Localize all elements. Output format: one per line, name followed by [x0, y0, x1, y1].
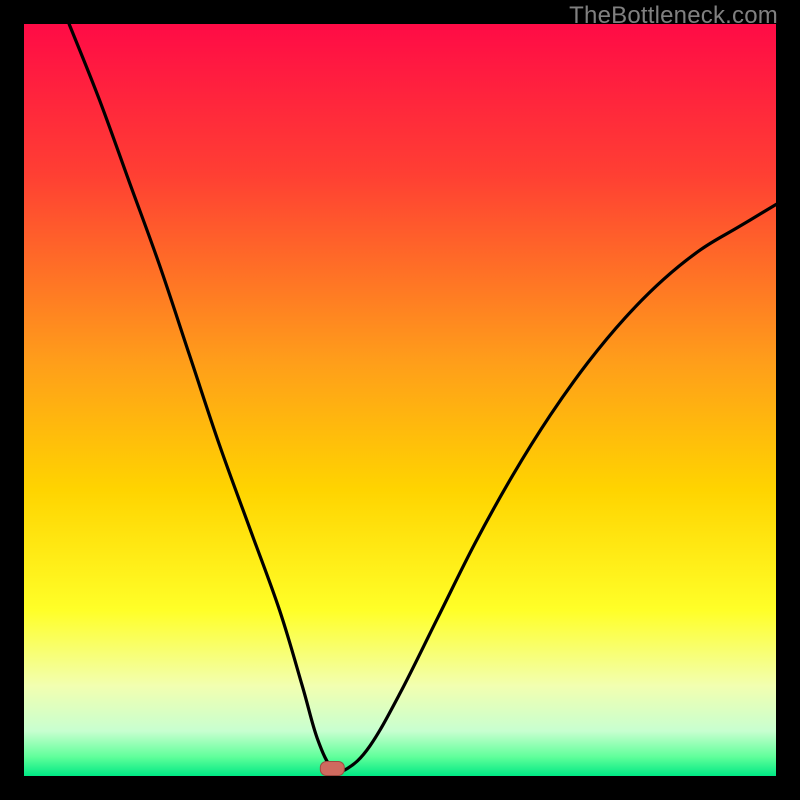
watermark-text: TheBottleneck.com: [569, 2, 778, 30]
optimum-marker: [320, 761, 344, 775]
bottleneck-chart: [24, 24, 776, 776]
gradient-background: [24, 24, 776, 776]
plot-frame: [24, 24, 776, 776]
